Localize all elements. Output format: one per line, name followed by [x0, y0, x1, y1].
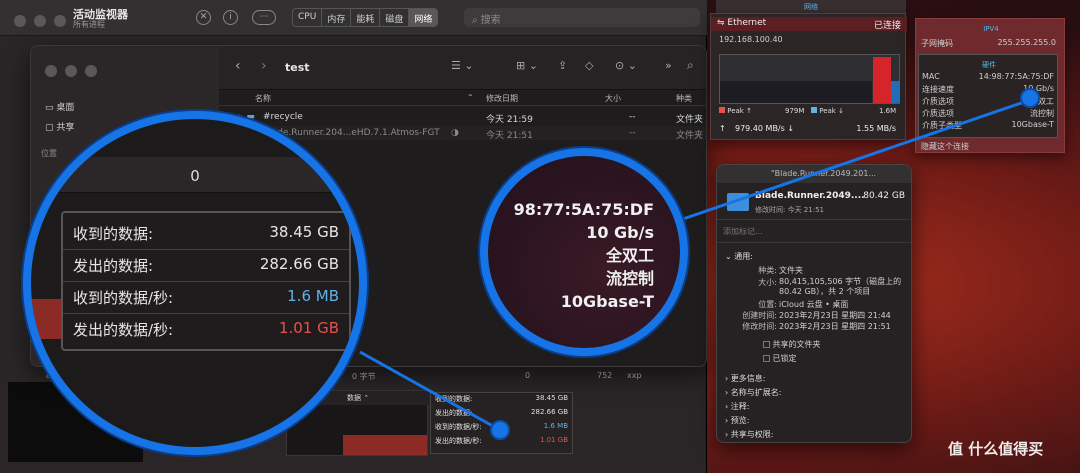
zoom-stats-table: 收到的数据: 38.45 GB 发出的数据: 282.66 GB 收到的数据/秒… [61, 211, 351, 351]
zoom-speed: 10 Gb/s [586, 223, 654, 242]
zoom-graph-fill [31, 299, 61, 339]
magnifier-stats: 0 收到的数据: 38.45 GB 发出的数据: 282.66 GB 收到的数据… [23, 111, 367, 455]
zoom-recv-rate-label: 收到的数据/秒: [73, 289, 174, 307]
callout-dot-stats [490, 420, 510, 440]
zoom-recv-rate-value: 1.6 MB [287, 287, 339, 305]
zoom-sent-rate-value: 1.01 GB [278, 319, 339, 337]
zoom-duplex: 全双工 [605, 246, 654, 265]
magnifier-hardware: 98:77:5A:75:DF 10 Gb/s 全双工 流控制 10Gbase-T [480, 148, 688, 356]
zoom-type: 10Gbase-T [560, 292, 654, 311]
watermark: 值 什么值得买 [948, 440, 1044, 458]
zoom-mac: 98:77:5A:75:DF [513, 200, 654, 219]
zoom-sent-rate-label: 发出的数据/秒: [73, 321, 174, 339]
zoom-hardware-lines: 98:77:5A:75:DF 10 Gb/s 全双工 流控制 10Gbase-T [514, 198, 654, 313]
zoom-header: 0 [31, 157, 359, 193]
callout-dot-ipv4 [1020, 88, 1040, 108]
zoom-sent-label: 发出的数据: [73, 257, 154, 275]
zoom-sent-value: 282.66 GB [259, 255, 339, 273]
zoom-received-label: 收到的数据: [73, 225, 154, 243]
zoom-flow: 流控制 [605, 269, 654, 288]
zoom-received-value: 38.45 GB [269, 223, 339, 241]
